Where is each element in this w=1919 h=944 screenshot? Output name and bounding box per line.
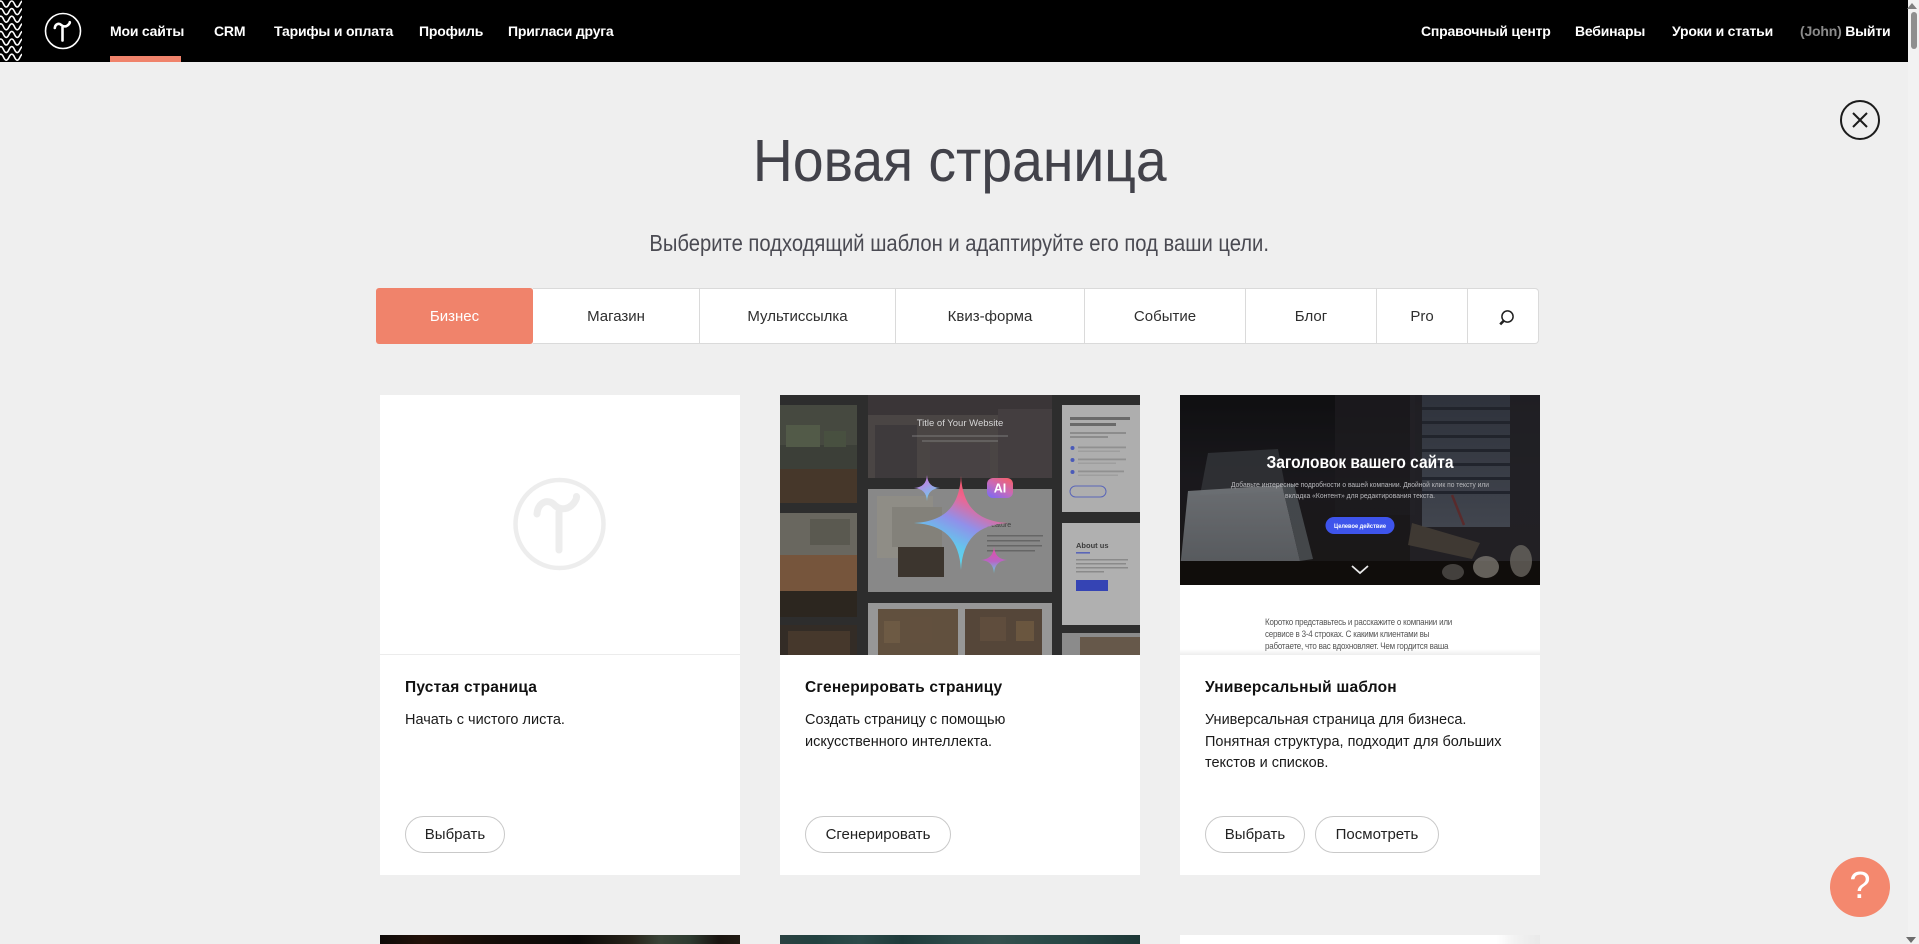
- svg-text:Заголовок вашего сайта: Заголовок вашего сайта: [1267, 452, 1454, 472]
- svg-text:About us: About us: [1076, 541, 1109, 550]
- svg-text:AI: AI: [994, 482, 1007, 496]
- svg-text:Title of Your Website: Title of Your Website: [917, 418, 1004, 429]
- svg-text:вкладка «Контент» для редактир: вкладка «Контент» для редактирования тек…: [1285, 491, 1435, 500]
- svg-text:Добавьте интересные подробност: Добавьте интересные подробности о вашей …: [1231, 480, 1489, 489]
- svg-text:Целевое действие: Целевое действие: [1334, 522, 1386, 530]
